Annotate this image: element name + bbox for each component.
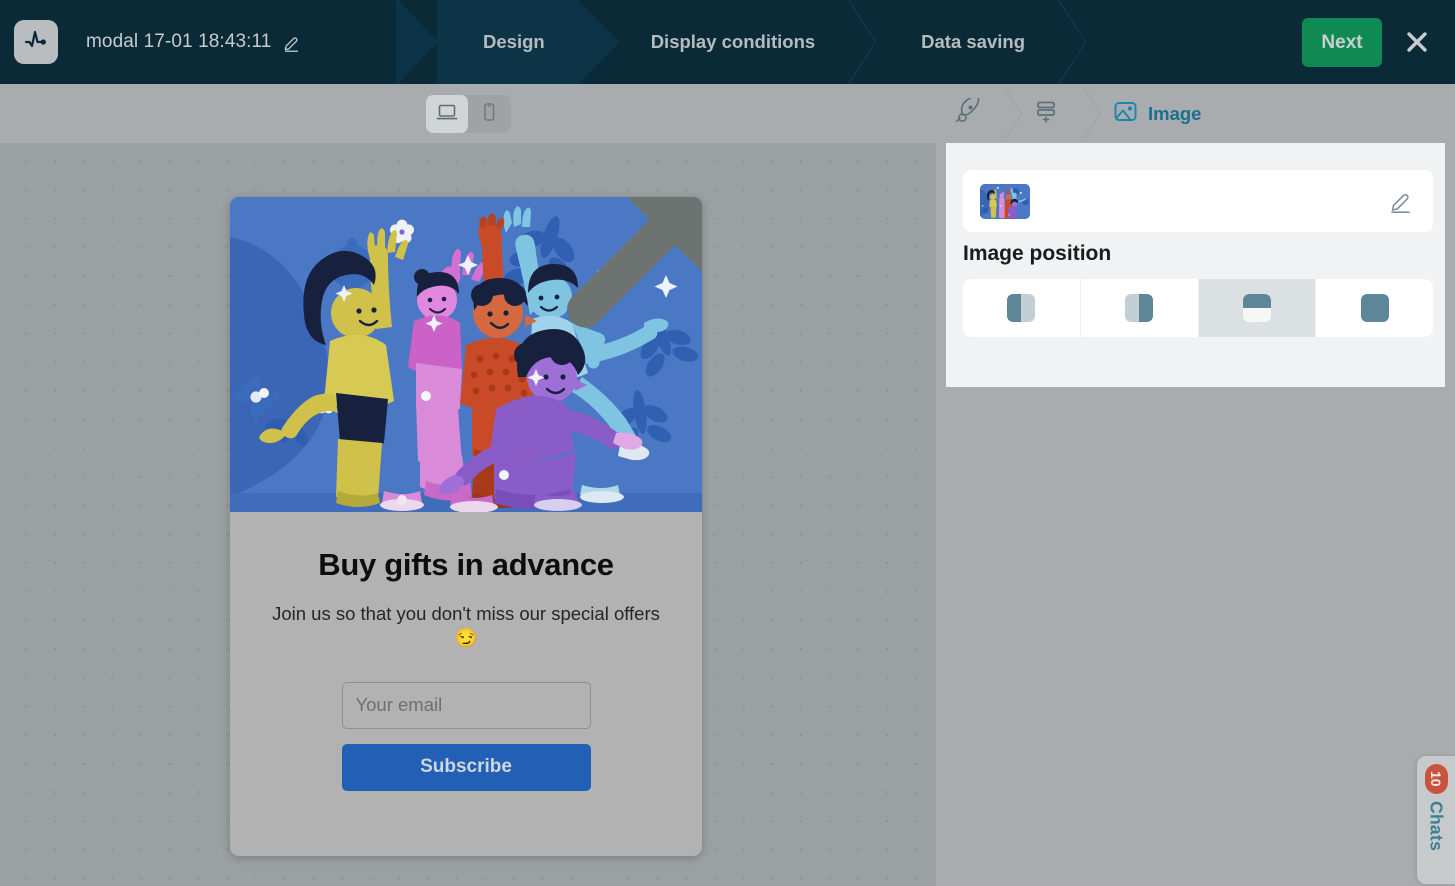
- step-data-saving[interactable]: Data saving: [875, 0, 1059, 84]
- app-logo[interactable]: [14, 20, 58, 64]
- pencil-icon[interactable]: [1388, 188, 1414, 214]
- image-position-left[interactable]: [963, 279, 1081, 337]
- modal-image-block[interactable]: [230, 197, 702, 512]
- chats-unread-badge: 10: [1424, 764, 1448, 794]
- canvas-toolbar: [0, 84, 936, 143]
- top-bar: modal 17-01 18:43:11 Design Display cond…: [0, 0, 1455, 84]
- device-toggle-group: [425, 94, 511, 133]
- breadcrumb-divider: [1078, 88, 1102, 140]
- pulse-icon: [23, 27, 49, 58]
- image-position-full[interactable]: [1316, 279, 1433, 337]
- breadcrumb-item-blocks[interactable]: [1033, 98, 1068, 129]
- chats-label: Chats: [1426, 801, 1447, 852]
- breadcrumb-divider: [999, 88, 1023, 140]
- breadcrumb-item-image[interactable]: Image: [1112, 98, 1201, 130]
- blocks-add-icon: [1033, 98, 1059, 129]
- position-left-icon: [1007, 294, 1036, 322]
- rocket-icon: [954, 95, 980, 129]
- modal-close-button[interactable]: [566, 197, 702, 328]
- next-button[interactable]: Next: [1302, 18, 1382, 67]
- email-input[interactable]: [341, 681, 591, 729]
- close-x-icon[interactable]: [1401, 26, 1433, 58]
- position-top-icon: [1242, 294, 1271, 322]
- illustration-thumbnail: [980, 183, 1030, 219]
- desktop-icon: [436, 101, 458, 126]
- desktop-view-button[interactable]: [425, 94, 468, 133]
- mobile-view-button[interactable]: [468, 95, 510, 133]
- step-label: Display conditions: [650, 31, 816, 52]
- pencil-icon[interactable]: [282, 33, 301, 52]
- step-display-conditions[interactable]: Display conditions: [605, 0, 849, 84]
- mobile-icon: [478, 101, 500, 126]
- modal-heading: Buy gifts in advance: [318, 547, 614, 582]
- image-position-group: [963, 279, 1433, 337]
- breadcrumb-label: Image: [1148, 102, 1202, 124]
- modal-content-block: Buy gifts in advance Join us so that you…: [230, 512, 702, 791]
- image-settings-card: Image position: [946, 143, 1445, 387]
- chats-widget[interactable]: 10 Chats: [1417, 756, 1455, 884]
- design-canvas[interactable]: Buy gifts in advance Join us so that you…: [0, 143, 936, 886]
- image-position-right[interactable]: [1080, 279, 1199, 337]
- breadcrumb-item-popup[interactable]: [954, 95, 989, 129]
- subscribe-button[interactable]: Subscribe: [341, 743, 591, 791]
- document-title-group[interactable]: modal 17-01 18:43:11: [86, 31, 301, 53]
- step-label: Design: [483, 31, 545, 52]
- modal-subtitle: Join us so that you don't miss our speci…: [272, 602, 660, 649]
- document-title: modal 17-01 18:43:11: [86, 31, 272, 52]
- image-position-top[interactable]: [1198, 279, 1317, 337]
- step-divider: [849, 0, 875, 84]
- modal-preview[interactable]: Buy gifts in advance Join us so that you…: [230, 197, 702, 856]
- properties-panel: Image Image position 10 Chats: [936, 84, 1455, 886]
- step-design[interactable]: Design: [437, 0, 579, 84]
- image-icon: [1112, 98, 1139, 130]
- step-divider: [1059, 0, 1085, 84]
- position-right-icon: [1125, 294, 1154, 322]
- position-full-icon: [1360, 294, 1389, 322]
- close-circle-icon: [439, 197, 702, 377]
- wizard-steps: Design Display conditions Data saving: [437, 0, 1085, 84]
- image-source-field[interactable]: [963, 170, 1433, 232]
- image-position-label: Image position: [963, 242, 1112, 265]
- step-label: Data saving: [921, 31, 1026, 52]
- panel-breadcrumb: Image: [936, 84, 1455, 143]
